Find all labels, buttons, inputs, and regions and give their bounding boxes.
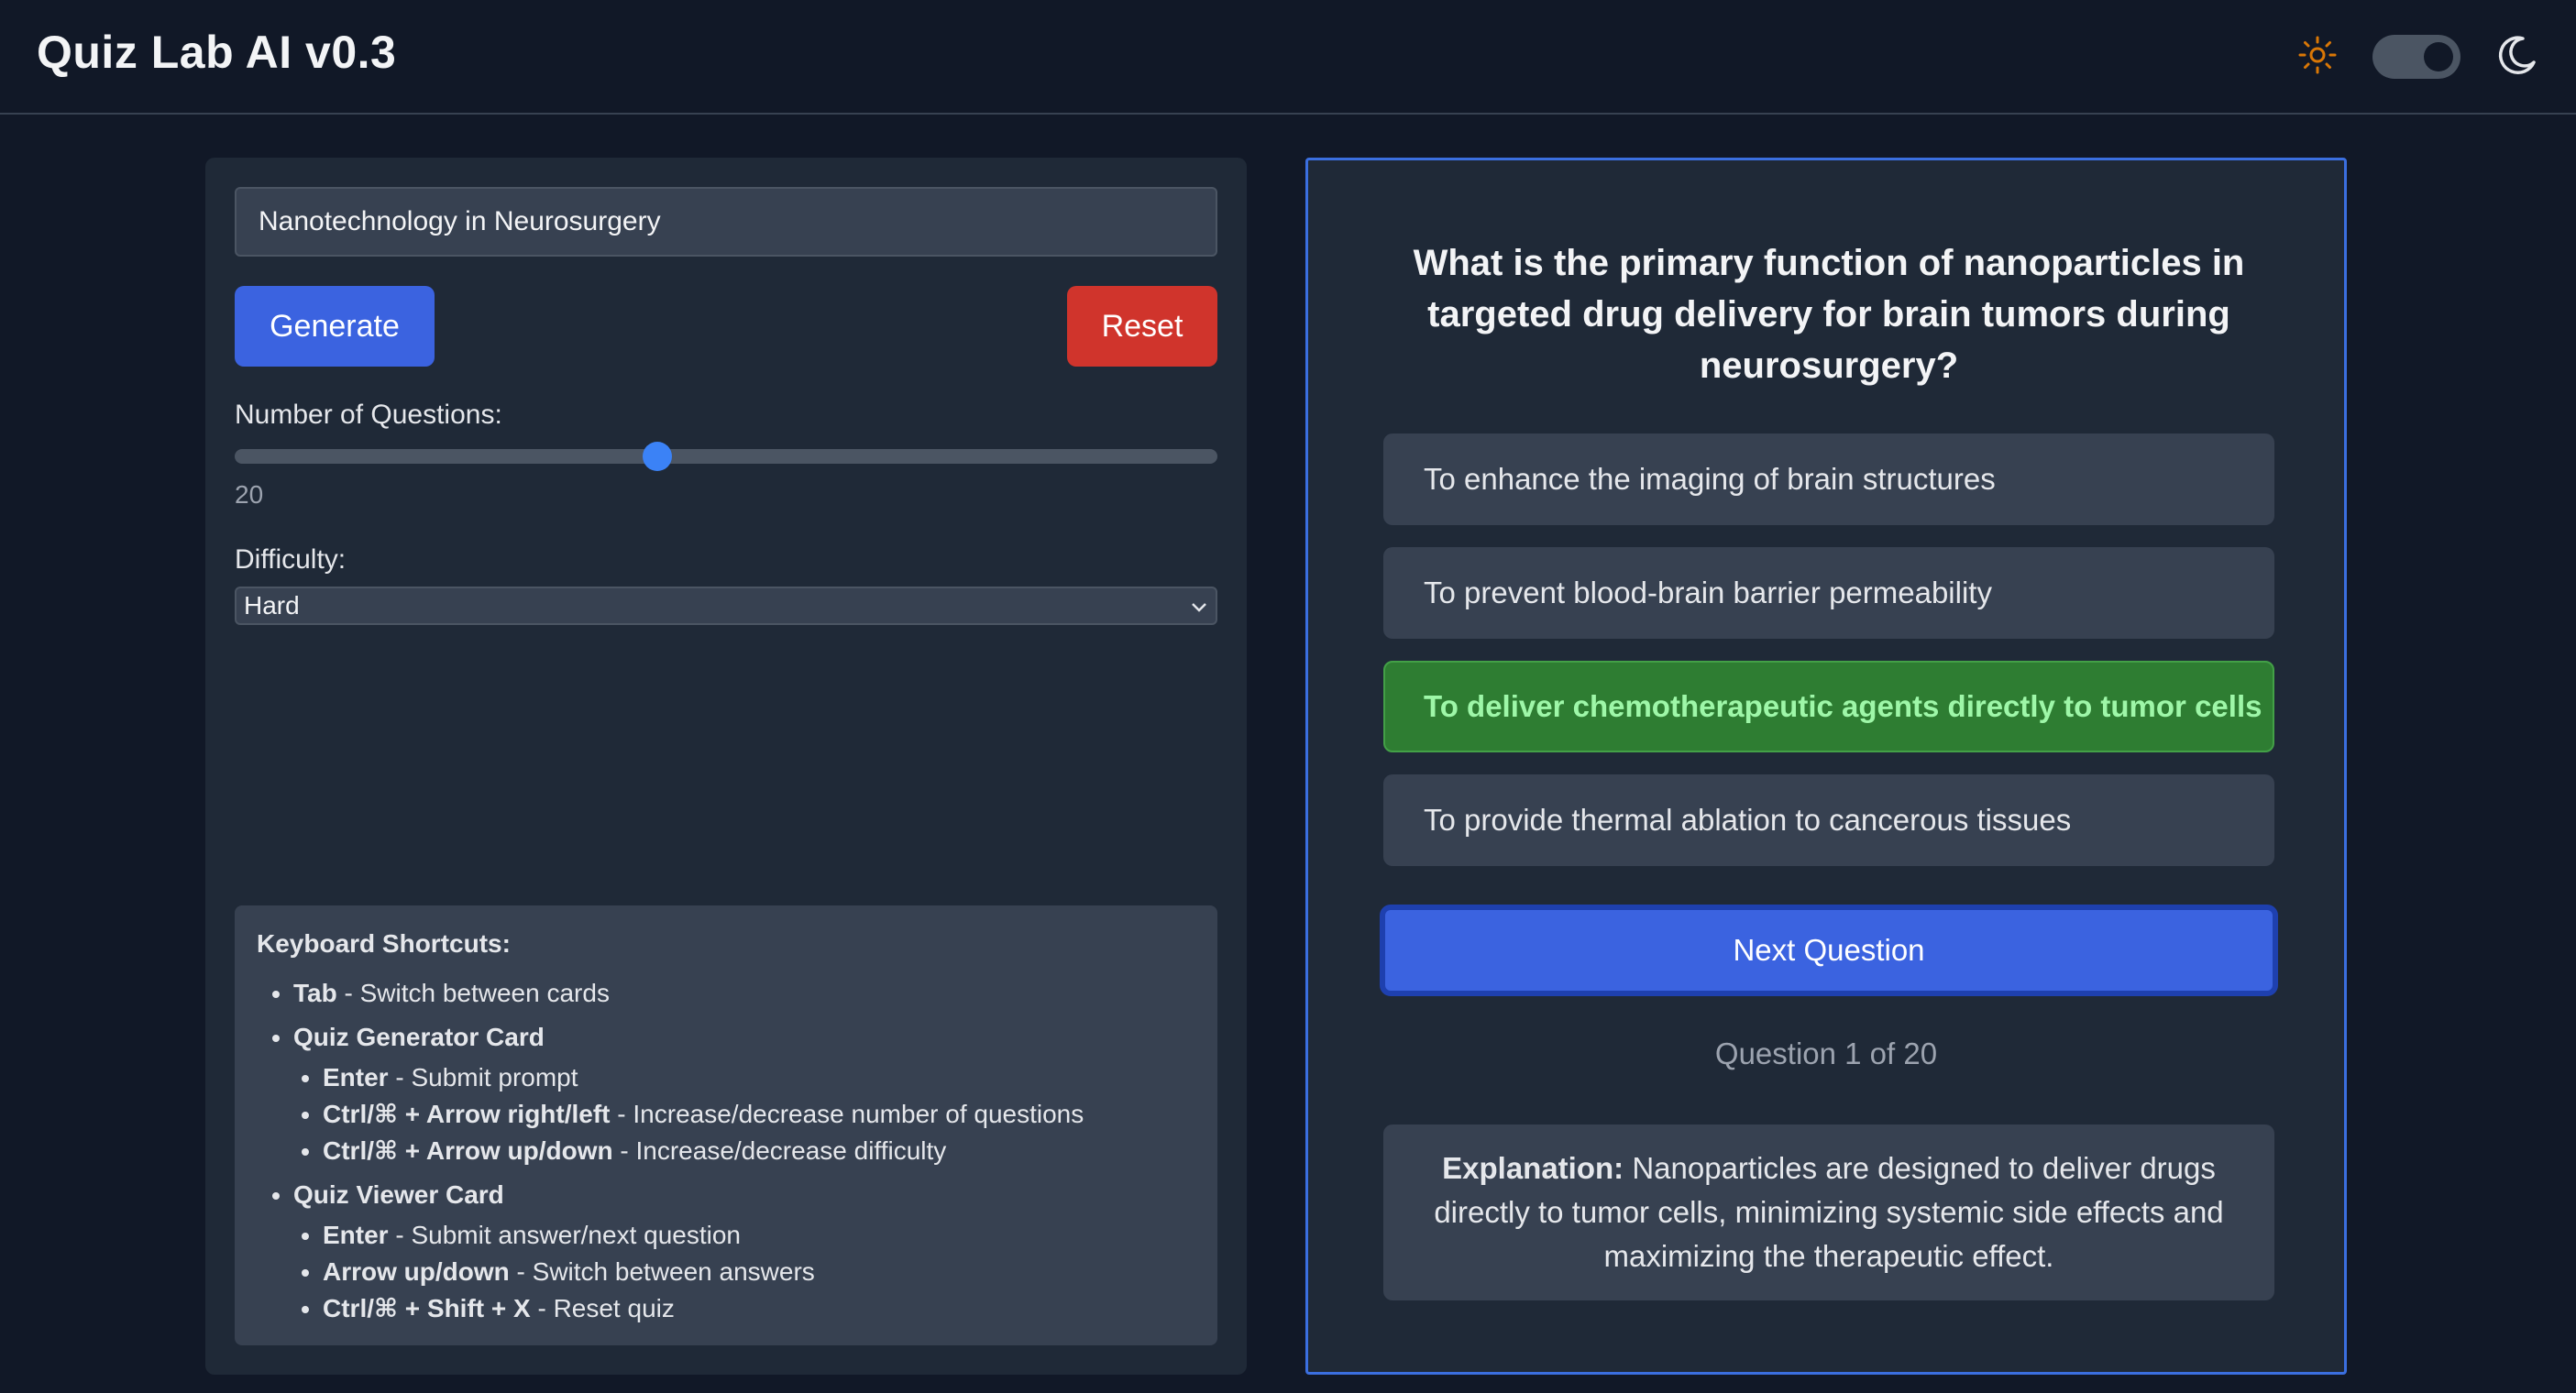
shortcut-desc: - Switch between answers xyxy=(509,1257,815,1286)
slider-thumb[interactable] xyxy=(642,442,672,471)
keyboard-shortcuts-panel: Keyboard Shortcuts: Tab - Switch between… xyxy=(235,905,1217,1345)
shortcut-group-title: Quiz Viewer Card xyxy=(293,1180,504,1209)
num-questions-label: Number of Questions: xyxy=(235,400,502,430)
shortcut-desc: - Reset quiz xyxy=(530,1294,675,1322)
shortcut-desc: - Submit prompt xyxy=(388,1063,578,1091)
question-progress: Question 1 of 20 xyxy=(1714,1037,1938,1070)
num-questions-slider[interactable] xyxy=(235,442,1217,471)
shortcut-item: Enter - Submit answer/next question xyxy=(323,1217,1195,1254)
topic-input[interactable] xyxy=(235,187,1217,257)
num-questions-value: 20 xyxy=(235,480,264,509)
shortcut-item: Tab - Switch between cards xyxy=(293,975,1195,1012)
difficulty-value: Hard xyxy=(244,591,300,620)
shortcut-group: Quiz Generator Card Enter - Submit promp… xyxy=(293,1019,1195,1169)
toggle-knob xyxy=(2424,42,2453,71)
app-header: Quiz Lab AI v0.3 xyxy=(0,0,2576,115)
explanation-box: Explanation: Nanoparticles are designed … xyxy=(1383,1124,2274,1300)
answer-option[interactable]: To provide thermal ablation to cancerous… xyxy=(1383,774,2274,866)
difficulty-label: Difficulty: xyxy=(235,544,347,575)
moon-icon xyxy=(2495,33,2539,82)
answer-option[interactable]: To prevent blood-brain barrier permeabil… xyxy=(1383,547,2274,639)
theme-controls xyxy=(2297,31,2539,82)
shortcut-desc: - Increase/decrease difficulty xyxy=(612,1136,947,1165)
reset-button[interactable]: Reset xyxy=(1067,286,1217,367)
shortcut-key: Ctrl/⌘ + Arrow right/left xyxy=(323,1100,611,1128)
next-question-button[interactable]: Next Question xyxy=(1380,905,2278,996)
shortcut-desc: - Switch between cards xyxy=(336,979,610,1007)
shortcuts-list: Tab - Switch between cards Quiz Generato… xyxy=(257,975,1195,1327)
shortcut-item: Enter - Submit prompt xyxy=(323,1059,1195,1096)
shortcut-key: Enter xyxy=(323,1063,389,1091)
shortcuts-title: Keyboard Shortcuts: xyxy=(257,929,511,958)
shortcut-group: Quiz Viewer Card Enter - Submit answer/n… xyxy=(293,1177,1195,1327)
shortcut-key: Arrow up/down xyxy=(323,1257,510,1286)
generate-button[interactable]: Generate xyxy=(235,286,435,367)
difficulty-select[interactable]: Hard xyxy=(235,587,1217,625)
explanation-label: Explanation: xyxy=(1442,1151,1624,1185)
quiz-viewer-card: What is the primary function of nanopart… xyxy=(1305,158,2347,1375)
shortcut-desc: - Increase/decrease number of questions xyxy=(610,1100,1084,1128)
shortcut-item: Ctrl/⌘ + Arrow up/down - Increase/decrea… xyxy=(323,1133,1195,1169)
app-title: Quiz Lab AI v0.3 xyxy=(37,27,397,78)
answer-option[interactable]: To enhance the imaging of brain structur… xyxy=(1383,433,2274,525)
sun-icon xyxy=(2297,35,2338,80)
shortcut-key: Ctrl/⌘ + Shift + X xyxy=(323,1294,531,1322)
answer-option-correct[interactable]: To deliver chemotherapeutic agents direc… xyxy=(1383,661,2274,752)
quiz-generator-card: Generate Reset Number of Questions: 20 D… xyxy=(205,158,1247,1375)
shortcut-group-title: Quiz Generator Card xyxy=(293,1023,545,1051)
chevron-down-icon xyxy=(1190,591,1208,620)
shortcut-item: Ctrl/⌘ + Arrow right/left - Increase/dec… xyxy=(323,1096,1195,1133)
shortcut-desc: - Submit answer/next question xyxy=(388,1221,741,1249)
shortcut-key: Ctrl/⌘ + Arrow up/down xyxy=(323,1136,613,1165)
shortcut-key: Enter xyxy=(323,1221,389,1249)
shortcut-item: Arrow up/down - Switch between answers xyxy=(323,1254,1195,1290)
theme-toggle[interactable] xyxy=(2372,35,2460,79)
shortcut-item: Ctrl/⌘ + Shift + X - Reset quiz xyxy=(323,1290,1195,1327)
question-text: What is the primary function of nanopart… xyxy=(1413,243,2245,386)
shortcut-key: Tab xyxy=(293,979,337,1007)
